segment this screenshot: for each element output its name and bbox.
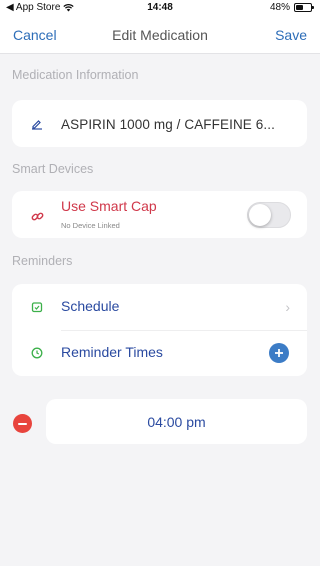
- toggle-knob: [249, 204, 271, 226]
- reminder-time-value: 04:00 pm: [147, 413, 206, 430]
- battery-percent: 48%: [269, 2, 290, 13]
- battery-icon: [294, 3, 314, 12]
- reminder-time-field[interactable]: 04:00 pm: [46, 399, 307, 444]
- medication-name: ASPIRIN 1000 mg / CAFFEINE 6...: [61, 117, 275, 132]
- schedule-row[interactable]: Schedule ›: [12, 284, 307, 330]
- add-reminder-time-button[interactable]: [269, 343, 289, 363]
- clock-icon: [30, 346, 44, 360]
- minus-icon: [18, 422, 27, 425]
- pencil-icon: [30, 117, 44, 131]
- remove-reminder-time-button[interactable]: [13, 414, 32, 433]
- calendar-icon: [30, 300, 44, 314]
- chevron-right-icon: ›: [285, 299, 290, 315]
- plus-icon: [275, 349, 283, 357]
- smart-cap-label: Use Smart Cap: [61, 198, 157, 214]
- schedule-label: Schedule: [61, 298, 120, 314]
- reminder-times-label: Reminder Times: [61, 344, 163, 360]
- smart-cap-toggle[interactable]: [247, 202, 291, 228]
- smart-cap-status: No Device Linked: [61, 221, 120, 230]
- reminders-header: Reminders: [12, 254, 73, 268]
- reminder-times-row: Reminder Times: [12, 330, 307, 376]
- save-button[interactable]: Save: [275, 27, 307, 43]
- page-title: Edit Medication: [112, 27, 208, 43]
- smart-devices-header: Smart Devices: [12, 162, 94, 176]
- status-bar: ◀ App Store 14:48 48%: [0, 0, 320, 16]
- reminders-card: Schedule › Reminder Times: [12, 284, 307, 376]
- status-right: 48%: [269, 2, 314, 13]
- nav-bar: Cancel Edit Medication Save: [0, 16, 320, 54]
- smart-cap-card: Use Smart Cap No Device Linked: [12, 191, 307, 238]
- medication-info-header: Medication Information: [12, 68, 139, 82]
- medication-name-card[interactable]: ASPIRIN 1000 mg / CAFFEINE 6...: [12, 100, 307, 147]
- link-icon: [30, 209, 44, 223]
- battery-level: [296, 5, 303, 10]
